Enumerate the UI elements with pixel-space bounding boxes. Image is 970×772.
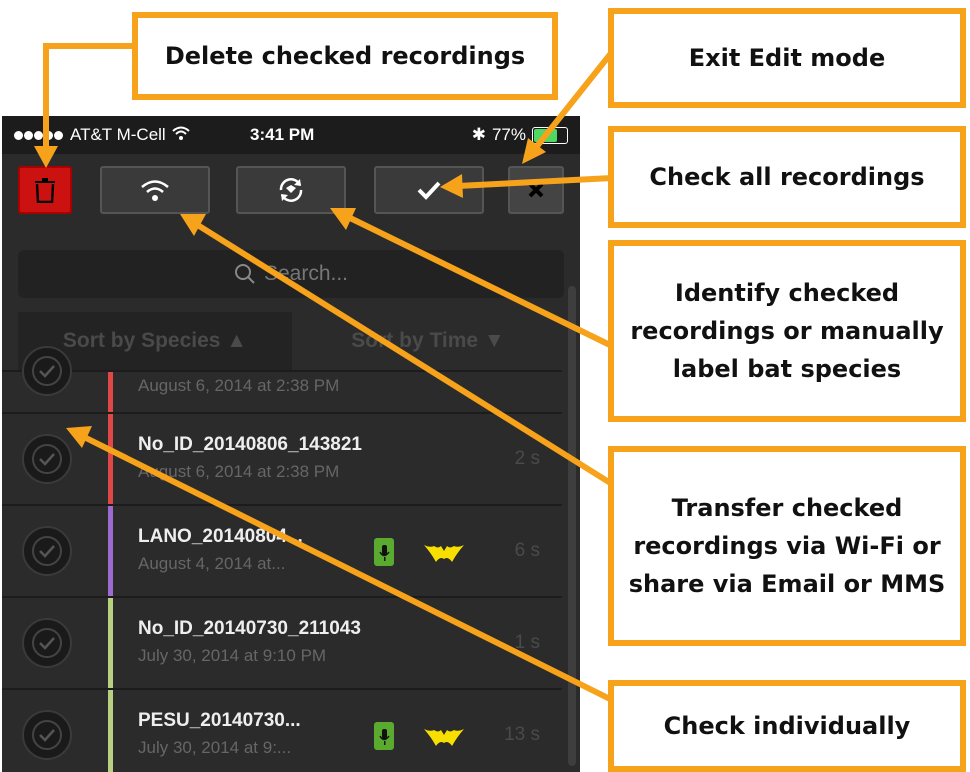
arrowhead-check-all (440, 174, 463, 198)
arrow-check-all (455, 175, 615, 189)
callout-exit: Exit Edit mode (608, 8, 966, 108)
callout-delete: Delete checked recordings (132, 12, 558, 100)
arrow-transfer (193, 221, 615, 487)
arrow-identify (343, 213, 615, 349)
arrow-check-individually (79, 433, 615, 703)
arrowhead-delete (34, 146, 58, 168)
callout-check-individually: Check individually (608, 680, 966, 772)
arrow-delete (43, 43, 135, 153)
callout-transfer: Transfer checked recordings via Wi-Fi or… (608, 446, 966, 646)
callout-identify: Identify checked recordings or manually … (608, 240, 966, 422)
callout-check-all: Check all recordings (608, 126, 966, 228)
